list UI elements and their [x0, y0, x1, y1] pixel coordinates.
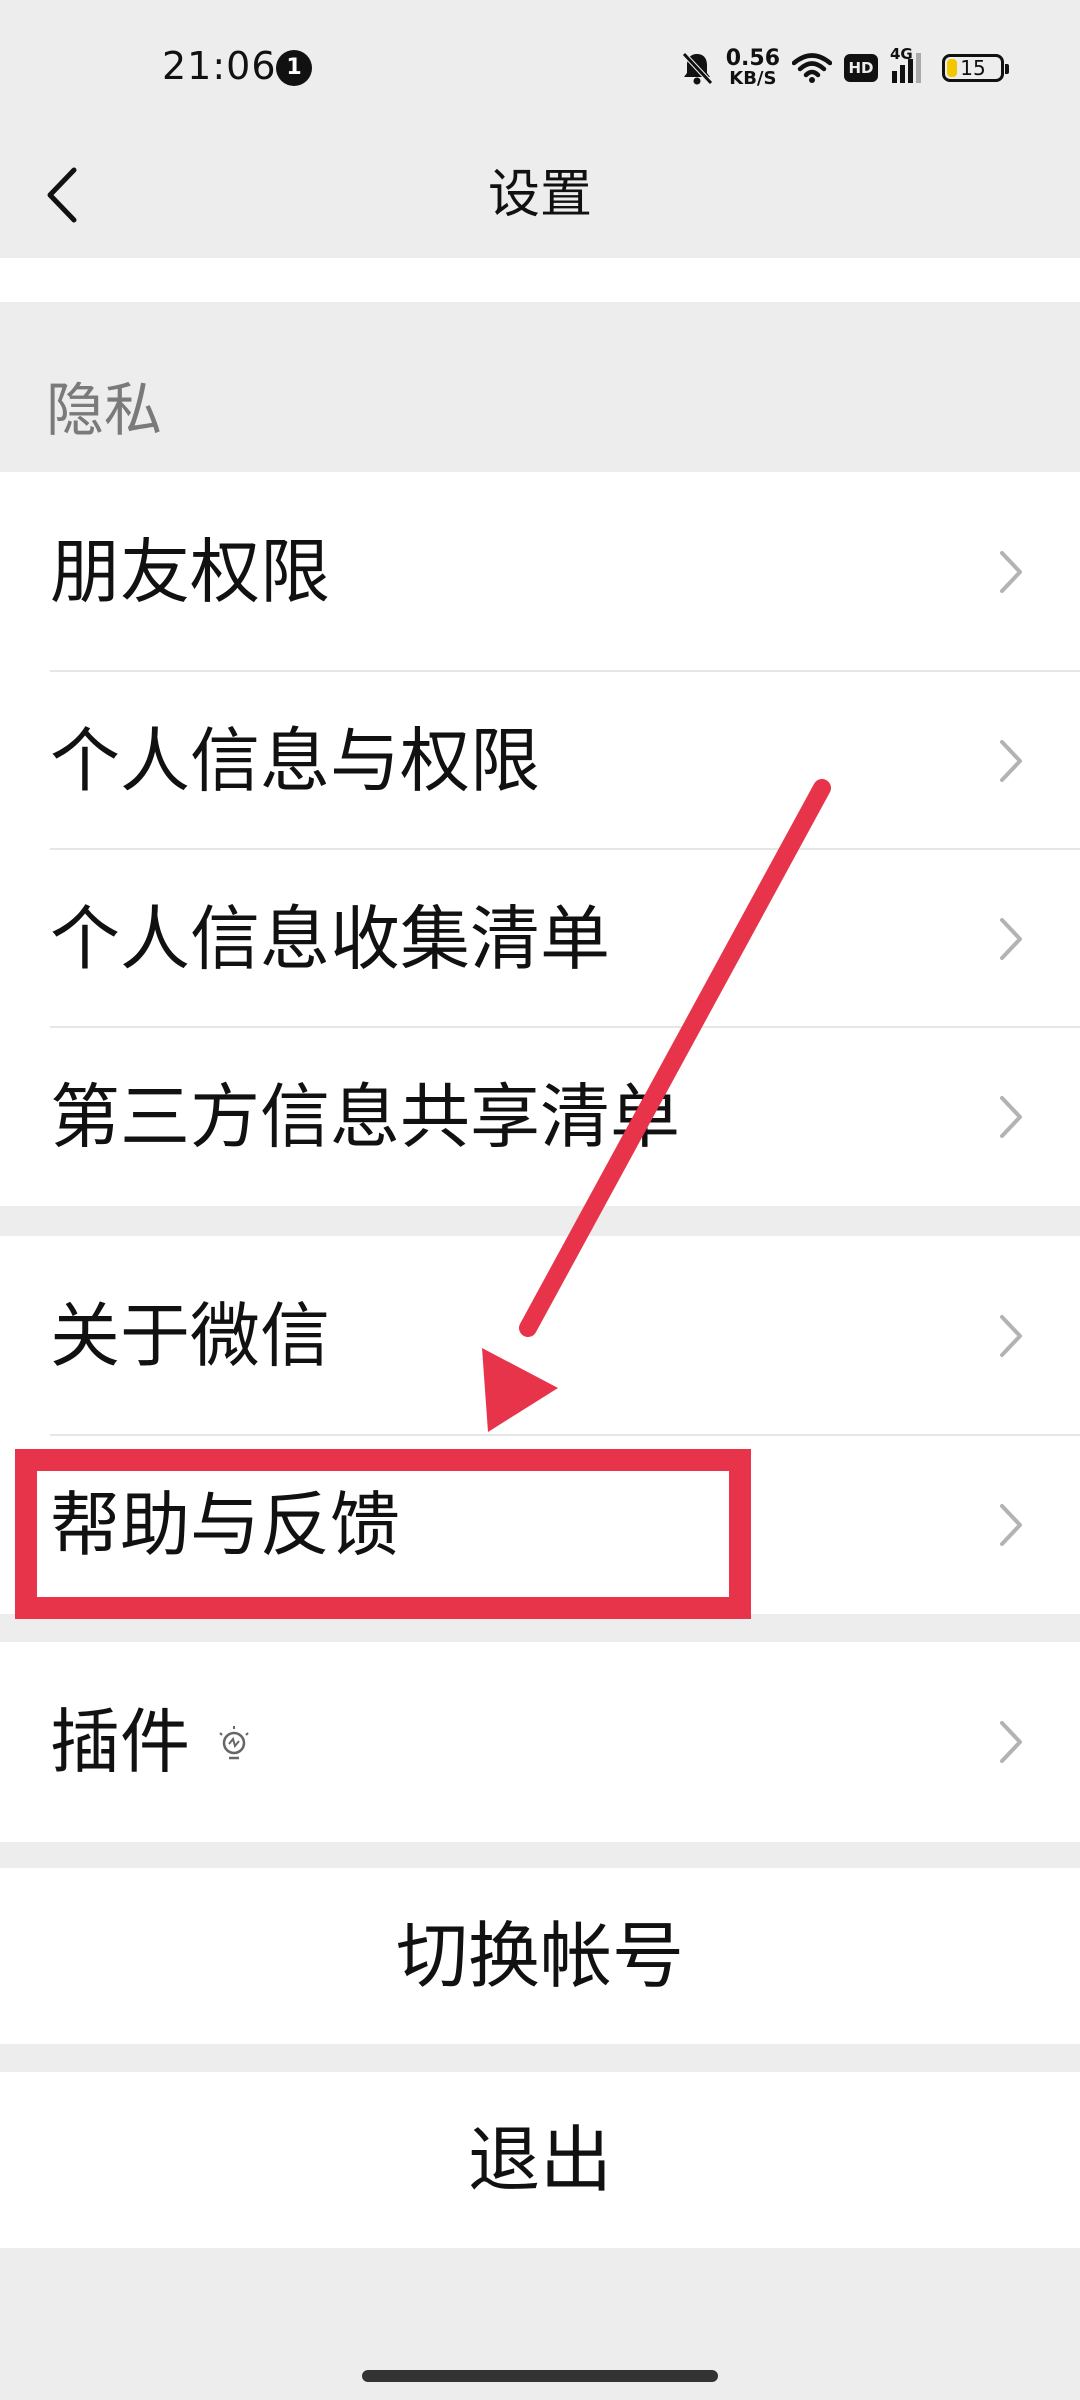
settings-item-plugins[interactable]: 插件 [0, 1642, 1080, 1842]
chevron-right-icon [1000, 740, 1022, 782]
settings-item-personal-info-collection[interactable]: 个人信息收集清单 [0, 850, 1080, 1028]
battery-icon: 15 [942, 54, 1009, 82]
about-group: 关于微信 帮助与反馈 [0, 1236, 1080, 1614]
lightbulb-icon [219, 1725, 249, 1760]
bell-muted-icon [681, 52, 713, 85]
signal-bars-icon [892, 53, 921, 83]
battery-level: 15 [960, 56, 986, 80]
status-time: 21:06 [162, 44, 277, 88]
settings-item-label: 关于微信 [50, 1295, 330, 1377]
settings-item-friend-permissions[interactable]: 朋友权限 [0, 472, 1080, 672]
settings-item-personal-info-permissions[interactable]: 个人信息与权限 [0, 672, 1080, 850]
settings-item-help-feedback[interactable]: 帮助与反馈 [0, 1436, 1080, 1614]
section-label-privacy: 隐私 [46, 376, 163, 444]
notification-badge: 1 [276, 50, 312, 86]
settings-item-third-party-sharing[interactable]: 第三方信息共享清单 [0, 1028, 1080, 1206]
settings-page: 21:06 1 0.56 KB/S HD 4G 15 设置 隐私 朋友权限 个人… [0, 0, 1080, 2400]
nav-bar: 设置 [0, 130, 1080, 260]
chevron-right-icon [1000, 1315, 1022, 1357]
plugins-label: 插件 [50, 1701, 190, 1783]
cellular-signal: 4G [890, 45, 930, 85]
previous-group-edge [0, 258, 1080, 302]
privacy-group: 朋友权限 个人信息与权限 个人信息收集清单 第三方信息共享清单 [0, 472, 1080, 1206]
chevron-right-icon [1000, 1096, 1022, 1138]
chevron-right-icon [1000, 551, 1022, 593]
status-icons: 0.56 KB/S HD 4G 15 [680, 45, 1009, 90]
chevron-right-icon [1000, 1504, 1022, 1546]
settings-item-label: 朋友权限 [50, 531, 330, 613]
logout-button[interactable]: 退出 [0, 2072, 1080, 2248]
wifi-icon [792, 53, 832, 83]
settings-item-label: 第三方信息共享清单 [50, 1076, 680, 1158]
settings-item-label: 个人信息与权限 [50, 720, 540, 802]
network-speed: 0.56 KB/S [726, 48, 780, 88]
home-indicator[interactable] [362, 2370, 718, 2382]
chevron-right-icon [1000, 1721, 1022, 1763]
settings-item-label: 帮助与反馈 [50, 1484, 400, 1566]
chevron-right-icon [1000, 918, 1022, 960]
settings-item-about-wechat[interactable]: 关于微信 [0, 1236, 1080, 1436]
switch-account-button[interactable]: 切换帐号 [0, 1868, 1080, 2044]
settings-item-label: 个人信息收集清单 [50, 898, 610, 980]
hd-badge: HD [844, 54, 878, 82]
page-title: 设置 [487, 165, 592, 225]
network-speed-value: 0.56 [725, 46, 780, 71]
settings-item-label: 插件 [50, 1697, 252, 1787]
plugins-group: 插件 [0, 1642, 1080, 1842]
network-speed-unit: KB/S [729, 68, 777, 89]
status-bar: 21:06 1 0.56 KB/S HD 4G 15 [0, 0, 1080, 130]
